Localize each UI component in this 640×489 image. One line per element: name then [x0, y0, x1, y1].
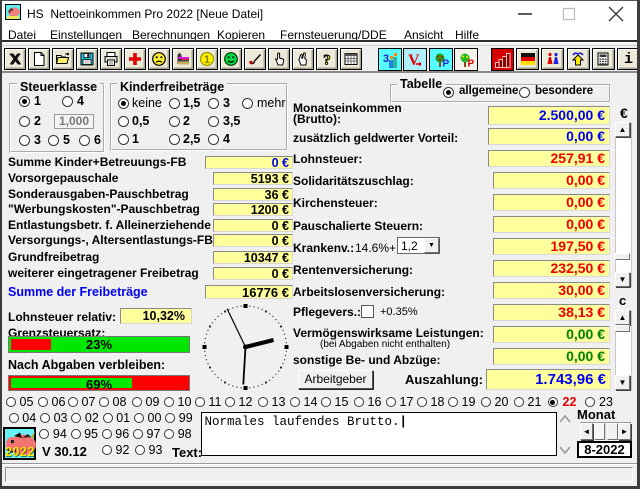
svg-text:2022: 2022: [5, 445, 35, 459]
svg-text:P: P: [468, 58, 475, 68]
svg-text:?: ?: [323, 53, 331, 68]
svg-text:V: V: [408, 52, 420, 68]
svg-text:3: 3: [383, 53, 389, 65]
svg-text:P: P: [442, 58, 449, 68]
svg-text:1: 1: [204, 54, 210, 66]
